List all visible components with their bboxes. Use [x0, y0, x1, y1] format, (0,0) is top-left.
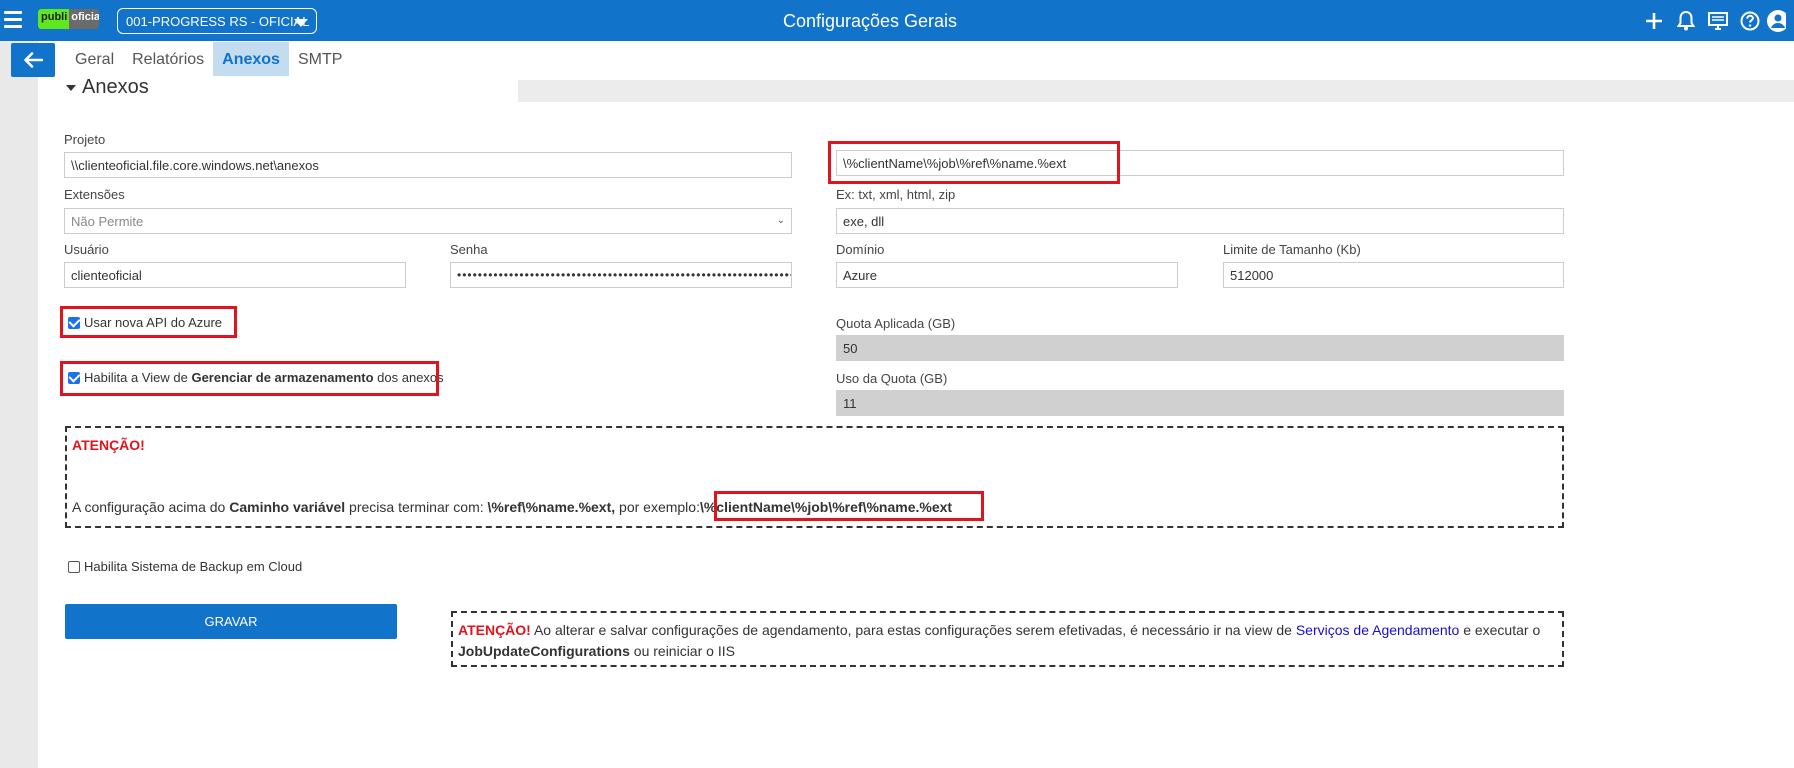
tab-geral[interactable]: Geral — [66, 42, 123, 76]
tab-relatorios[interactable]: Relatórios — [123, 42, 213, 76]
alert2-t2: e executar o — [1463, 622, 1541, 638]
save-button[interactable]: GRAVAR — [65, 604, 397, 639]
attention-title: ATENÇÃO! — [72, 437, 145, 453]
senha-label: Senha — [450, 242, 488, 257]
usuario-input[interactable]: clienteoficial — [64, 262, 406, 288]
uso-quota-field: 11 — [836, 390, 1564, 416]
alert1-t1: A configuração acima do — [72, 499, 226, 515]
dominio-input[interactable]: Azure — [836, 262, 1178, 288]
projeto-label: Projeto — [64, 132, 106, 147]
backup-cloud-checkbox[interactable]: Habilita Sistema de Backup em Cloud — [68, 559, 302, 574]
uso-quota-label: Uso da Quota (GB) — [836, 371, 948, 386]
highlight-box — [60, 306, 237, 338]
backup-cloud-label: Habilita Sistema de Backup em Cloud — [84, 559, 303, 574]
alert1-t5: por exemplo: — [619, 499, 700, 515]
arrow-left-icon — [24, 52, 43, 68]
tab-smtp[interactable]: SMTP — [289, 42, 351, 76]
quota-aplicada-label: Quota Aplicada (GB) — [836, 316, 956, 331]
highlight-box — [828, 141, 1120, 184]
dominio-label: Domínio — [836, 242, 885, 257]
top-bar: publi oficial 001-PROGRESS RS - OFICIAL … — [0, 0, 1794, 41]
highlight-box — [60, 361, 439, 396]
extensoes-select-value: Não Permite — [71, 214, 144, 229]
limite-label: Limite de Tamanho (Kb) — [1223, 242, 1361, 257]
tab-bar: Geral Relatórios Anexos SMTP — [66, 42, 351, 76]
bell-icon[interactable] — [1670, 8, 1702, 34]
section-header[interactable]: Anexos — [66, 76, 149, 99]
section-divider — [518, 80, 1794, 102]
alert2-t1: Ao alterar e salvar configurações de age… — [533, 622, 1292, 638]
alert1-t4: \%ref\%name.%ext, — [487, 499, 616, 515]
extensoes-label: Extensões — [64, 187, 125, 202]
left-rail — [0, 41, 38, 768]
extensoes-list-input[interactable]: exe, dll — [836, 208, 1564, 234]
highlight-box — [714, 491, 984, 521]
help-icon[interactable] — [1734, 8, 1766, 34]
usuario-label: Usuário — [64, 242, 109, 257]
alert1-t2: Caminho variável — [229, 499, 346, 515]
projeto-input[interactable]: \\clienteoficial.file.core.windows.net\a… — [64, 152, 792, 178]
alert2-bold: JobUpdateConfigurations — [458, 643, 630, 659]
monitor-icon[interactable] — [1702, 8, 1734, 34]
section-title: Anexos — [82, 76, 149, 98]
collapse-caret-icon — [66, 84, 76, 91]
user-avatar-icon[interactable] — [1766, 8, 1794, 34]
senha-input[interactable]: ••••••••••••••••••••••••••••••••••••••••… — [450, 262, 792, 288]
quota-aplicada-field: 50 — [836, 335, 1564, 361]
attention-box-scheduling: ATENÇÃO! Ao alterar e salvar configuraçõ… — [451, 611, 1564, 667]
checkbox-unchecked-icon[interactable] — [68, 560, 80, 573]
tab-anexos[interactable]: Anexos — [213, 42, 289, 76]
extensoes-hint-label: Ex: txt, xml, html, zip — [836, 187, 956, 202]
servicos-agendamento-link[interactable]: Serviços de Agendamento — [1296, 622, 1459, 638]
page-title: Configurações Gerais — [782, 11, 958, 31]
chevron-down-icon: ⌄ — [776, 215, 785, 226]
extensoes-select[interactable]: Não Permite ⌄ — [64, 208, 792, 234]
alert1-t3: precisa terminar com: — [349, 499, 484, 515]
back-button[interactable] — [11, 43, 55, 77]
alert2-title: ATENÇÃO! — [458, 622, 531, 638]
plus-icon[interactable] — [1638, 8, 1670, 34]
alert2-t3: ou reiniciar o IIS — [633, 643, 735, 659]
limite-input[interactable]: 512000 — [1223, 262, 1564, 288]
